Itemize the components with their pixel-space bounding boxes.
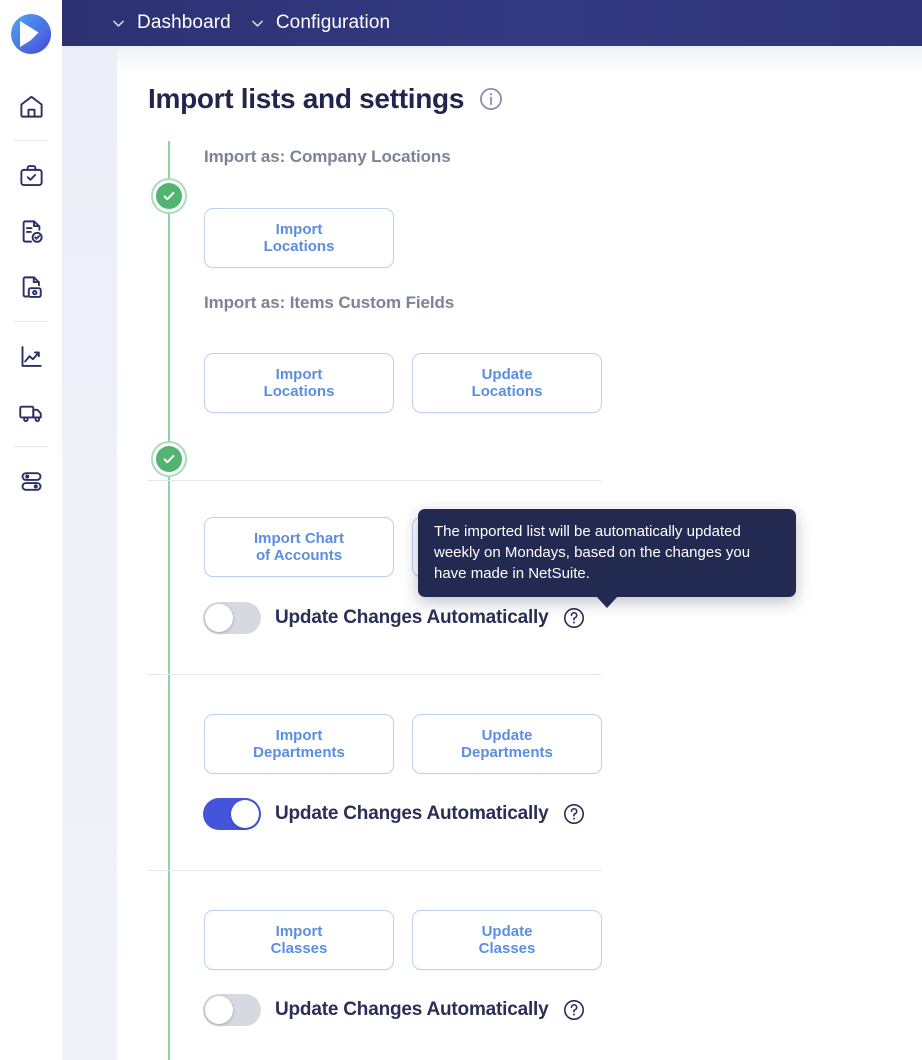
section-divider <box>148 674 601 675</box>
section-divider <box>148 870 601 871</box>
import-locations-button[interactable]: Import Locations <box>204 208 394 268</box>
sidebar-item-home[interactable] <box>9 78 53 134</box>
page-title: Import lists and settings <box>148 83 465 114</box>
update-changes-automatically-toggle-chart-of-accounts[interactable] <box>203 602 261 634</box>
rail-divider <box>14 446 48 447</box>
button-row-departments: Import Departments Update Departments <box>204 714 602 774</box>
toggle-knob <box>231 800 259 828</box>
toggle-label: Update Changes Automatically <box>275 607 549 628</box>
truck-delivery-icon <box>18 399 45 426</box>
rail-icon-list <box>0 78 62 509</box>
import-classes-button[interactable]: Import Classes <box>204 910 394 970</box>
tooltip-update-changes-automatically: The imported list will be automatically … <box>418 509 796 608</box>
breadcrumb-item-dashboard[interactable]: Dashboard <box>137 12 231 34</box>
update-changes-automatically-toggle-classes[interactable] <box>203 994 261 1026</box>
app-root: Import lists and settings Import as: Com… <box>0 0 922 1060</box>
progress-timeline-line <box>168 141 170 1060</box>
toggle-row-chart-of-accounts: Update Changes Automatically <box>203 602 586 634</box>
toggle-row-classes: Update Changes Automatically <box>203 994 586 1026</box>
button-row-classes: Import Classes Update Classes <box>204 910 602 970</box>
sidebar-gutter <box>62 46 117 1060</box>
button-row-items-custom-fields: Import Locations Update Locations <box>204 353 602 413</box>
update-locations-custom-fields-button[interactable]: Update Locations <box>412 353 602 413</box>
check-circle-icon <box>156 183 182 209</box>
home-icon <box>18 93 45 120</box>
import-locations-custom-fields-button[interactable]: Import Locations <box>204 353 394 413</box>
info-circle-icon[interactable] <box>478 86 504 112</box>
rail-divider <box>14 321 48 322</box>
top-navigation-bar: Dashboard Configuration <box>62 0 922 46</box>
toggle-label: Update Changes Automatically <box>275 803 549 824</box>
timeline-node-completed-1 <box>151 178 187 214</box>
toggle-knob <box>205 996 233 1024</box>
import-departments-button[interactable]: Import Departments <box>204 714 394 774</box>
check-circle-icon <box>156 446 182 472</box>
section-label-company-locations: Import as: Company Locations <box>204 147 451 166</box>
update-classes-button[interactable]: Update Classes <box>412 910 602 970</box>
logo-mark-icon <box>11 14 51 54</box>
sidebar-item-analytics[interactable] <box>9 328 53 384</box>
document-check-icon <box>18 218 45 245</box>
sidebar-item-projects[interactable] <box>9 147 53 203</box>
update-changes-automatically-toggle-departments[interactable] <box>203 798 261 830</box>
chevron-down-icon[interactable] <box>110 15 127 32</box>
briefcase-check-icon <box>18 162 45 189</box>
rail-divider <box>14 140 48 141</box>
import-chart-of-accounts-button[interactable]: Import Chart of Accounts <box>204 517 394 577</box>
analytics-chart-icon <box>18 343 45 370</box>
section-divider <box>148 480 601 481</box>
button-row-company-locations: Import Locations <box>204 208 394 268</box>
left-navigation-rail <box>0 0 62 1060</box>
settings-sliders-icon <box>18 468 45 495</box>
toggle-row-departments: Update Changes Automatically <box>203 798 586 830</box>
sidebar-item-approvals[interactable] <box>9 203 53 259</box>
question-circle-icon[interactable] <box>562 998 586 1022</box>
page-header: Import lists and settings <box>148 83 504 115</box>
sidebar-item-invoices[interactable] <box>9 259 53 315</box>
update-departments-button[interactable]: Update Departments <box>412 714 602 774</box>
document-money-icon <box>18 274 45 301</box>
timeline-node-completed-2 <box>151 441 187 477</box>
breadcrumb: Dashboard Configuration <box>62 12 390 34</box>
question-circle-icon[interactable] <box>562 606 586 630</box>
sidebar-item-settings[interactable] <box>9 453 53 509</box>
sidebar-item-shipping[interactable] <box>9 384 53 440</box>
section-label-items-custom-fields: Import as: Items Custom Fields <box>204 293 455 312</box>
app-logo[interactable] <box>9 12 53 56</box>
chevron-down-icon[interactable] <box>249 15 266 32</box>
breadcrumb-item-configuration[interactable]: Configuration <box>276 12 390 34</box>
toggle-knob <box>205 604 233 632</box>
question-circle-icon[interactable] <box>562 802 586 826</box>
toggle-label: Update Changes Automatically <box>275 999 549 1020</box>
